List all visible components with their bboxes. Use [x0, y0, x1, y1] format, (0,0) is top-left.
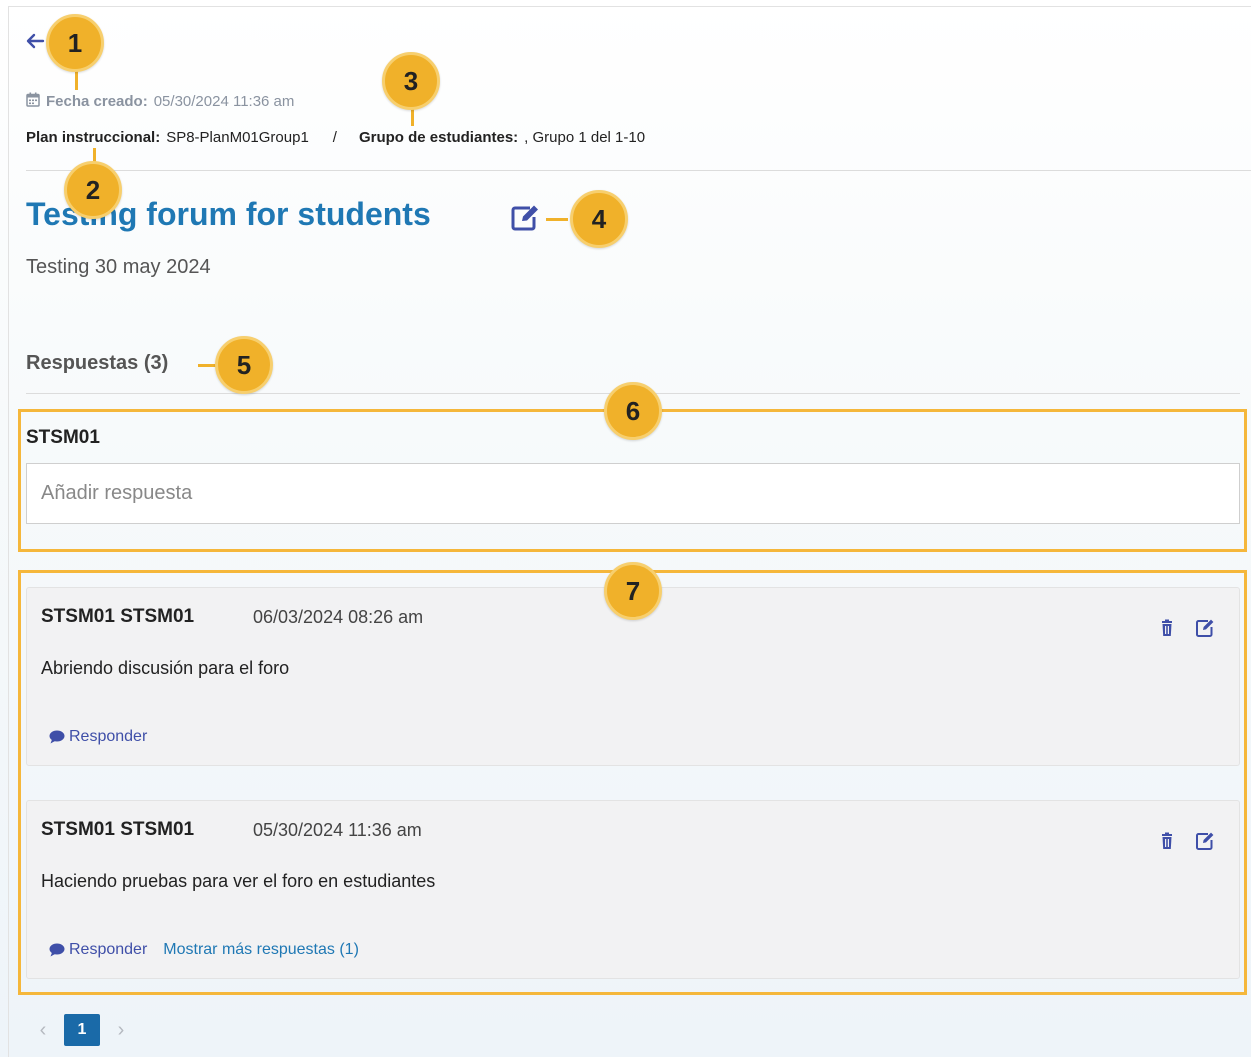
created-date-label: Fecha creado:: [46, 93, 148, 110]
callout-badge-2: 2: [64, 161, 122, 219]
breadcrumb-separator: /: [332, 129, 337, 146]
next-page-button[interactable]: ›: [114, 1019, 128, 1042]
back-arrow-icon[interactable]: [24, 30, 46, 52]
group-label: Grupo de estudiantes:: [358, 129, 519, 146]
edit-forum-icon[interactable]: [510, 204, 540, 232]
callout-badge-6: 6: [604, 382, 662, 440]
callout-badge-7: 7: [604, 562, 662, 620]
group-value: , Grupo 1 del 1-10: [524, 129, 646, 146]
callout-badge-5: 5: [215, 336, 273, 394]
callout-connector: [198, 364, 216, 367]
prev-page-button[interactable]: ‹: [36, 1019, 50, 1042]
callout-badge-1: 1: [46, 14, 104, 72]
created-date: Fecha creado: 05/30/2024 11:36 am: [26, 92, 294, 111]
responses-heading: Respuestas (3): [26, 352, 169, 374]
plan-label: Plan instruccional:: [26, 129, 161, 146]
callout-connector: [546, 218, 568, 221]
callout-badge-4: 4: [570, 190, 628, 248]
page-button-current[interactable]: 1: [64, 1014, 100, 1046]
created-date-value: 05/30/2024 11:36 am: [153, 93, 295, 110]
callout-badge-3: 3: [382, 52, 440, 110]
breadcrumb: Plan instruccional: SP8-PlanM01Group1 / …: [26, 129, 645, 146]
callout-box-7: [18, 570, 1247, 995]
header-divider: [26, 170, 1251, 171]
calendar-icon: [26, 92, 40, 111]
forum-description: Testing 30 may 2024: [26, 256, 211, 278]
plan-value: SP8-PlanM01Group1: [166, 129, 309, 146]
pagination: ‹ 1 ›: [36, 1014, 128, 1046]
